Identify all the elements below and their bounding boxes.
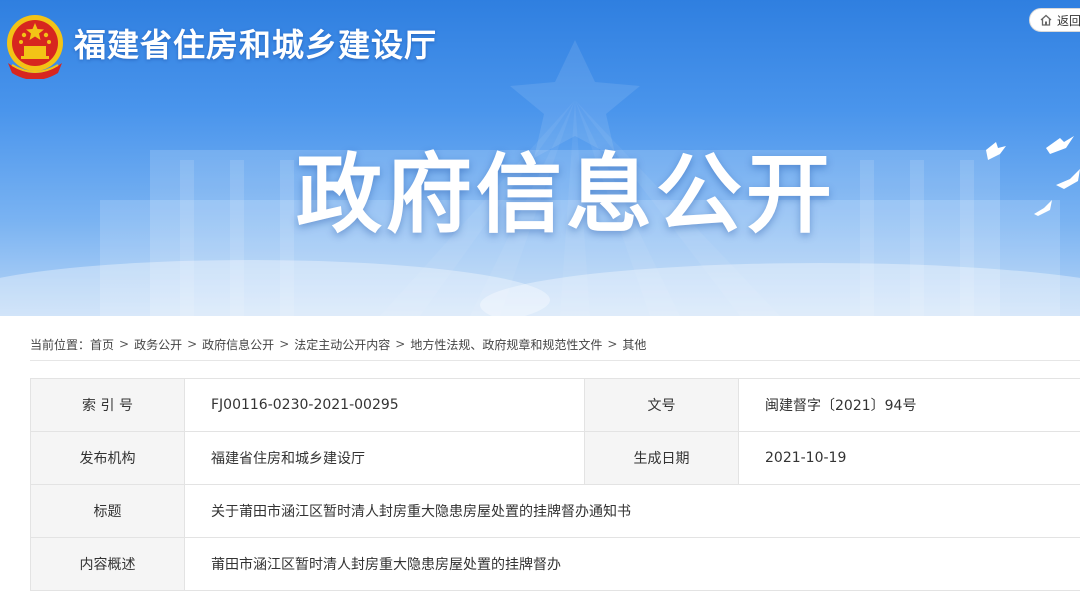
index-number-label: 索 引 号: [30, 378, 185, 432]
breadcrumb-separator: >: [395, 337, 406, 351]
title-value: 关于莆田市涵江区暂时清人封房重大隐患房屋处置的挂牌督办通知书: [184, 484, 1080, 538]
breadcrumb-gov-info[interactable]: 政府信息公开: [202, 336, 274, 353]
breadcrumb-gov-affairs[interactable]: 政务公开: [134, 336, 182, 353]
document-number-value: 闽建督字〔2021〕94号: [738, 378, 1080, 432]
breadcrumb-separator: >: [119, 337, 130, 351]
back-button[interactable]: 返回: [1029, 8, 1080, 32]
table-row: 内容概述 莆田市涵江区暂时清人封房重大隐患房屋处置的挂牌督办: [30, 537, 1080, 591]
table-row: 发布机构 福建省住房和城乡建设厅 生成日期 2021-10-19: [30, 431, 1080, 485]
breadcrumb: 当前位置： 首页 > 政务公开 > 政府信息公开 > 法定主动公开内容 > 地方…: [30, 334, 646, 354]
index-number-value: FJ00116-0230-2021-00295: [184, 378, 585, 432]
table-row: 标题 关于莆田市涵江区暂时清人封房重大隐患房屋处置的挂牌督办通知书: [30, 484, 1080, 538]
site-title: 福建省住房和城乡建设厅: [74, 26, 438, 64]
breadcrumb-other[interactable]: 其他: [622, 336, 646, 353]
national-emblem-icon: [7, 15, 63, 79]
publisher-value: 福建省住房和城乡建设厅: [184, 431, 585, 485]
home-icon: [1040, 14, 1052, 26]
breadcrumb-home[interactable]: 首页: [90, 336, 114, 353]
title-label: 标题: [30, 484, 185, 538]
breadcrumb-statutory-content[interactable]: 法定主动公开内容: [294, 336, 390, 353]
publisher-label: 发布机构: [30, 431, 185, 485]
breadcrumb-separator: >: [187, 337, 198, 351]
table-row: 索 引 号 FJ00116-0230-2021-00295 文号 闽建督字〔20…: [30, 378, 1080, 432]
date-label: 生成日期: [584, 431, 739, 485]
breadcrumb-separator: >: [279, 337, 290, 351]
breadcrumb-separator: >: [607, 337, 618, 351]
document-info-table: 索 引 号 FJ00116-0230-2021-00295 文号 闽建督字〔20…: [30, 378, 1080, 591]
breadcrumb-regulations[interactable]: 地方性法规、政府规章和规范性文件: [410, 336, 602, 353]
document-number-label: 文号: [584, 378, 739, 432]
breadcrumb-divider: [30, 360, 1080, 361]
summary-label: 内容概述: [30, 537, 185, 591]
breadcrumb-prefix: 当前位置：: [30, 337, 91, 352]
summary-value: 莆田市涵江区暂时清人封房重大隐患房屋处置的挂牌督办: [184, 537, 1080, 591]
back-button-label: 返回: [1057, 13, 1080, 28]
banner-heading: 政府信息公开: [296, 145, 836, 245]
header-banner: 福建省住房和城乡建设厅 返回 政府信息公开: [0, 0, 1080, 316]
date-value: 2021-10-19: [738, 431, 1080, 485]
